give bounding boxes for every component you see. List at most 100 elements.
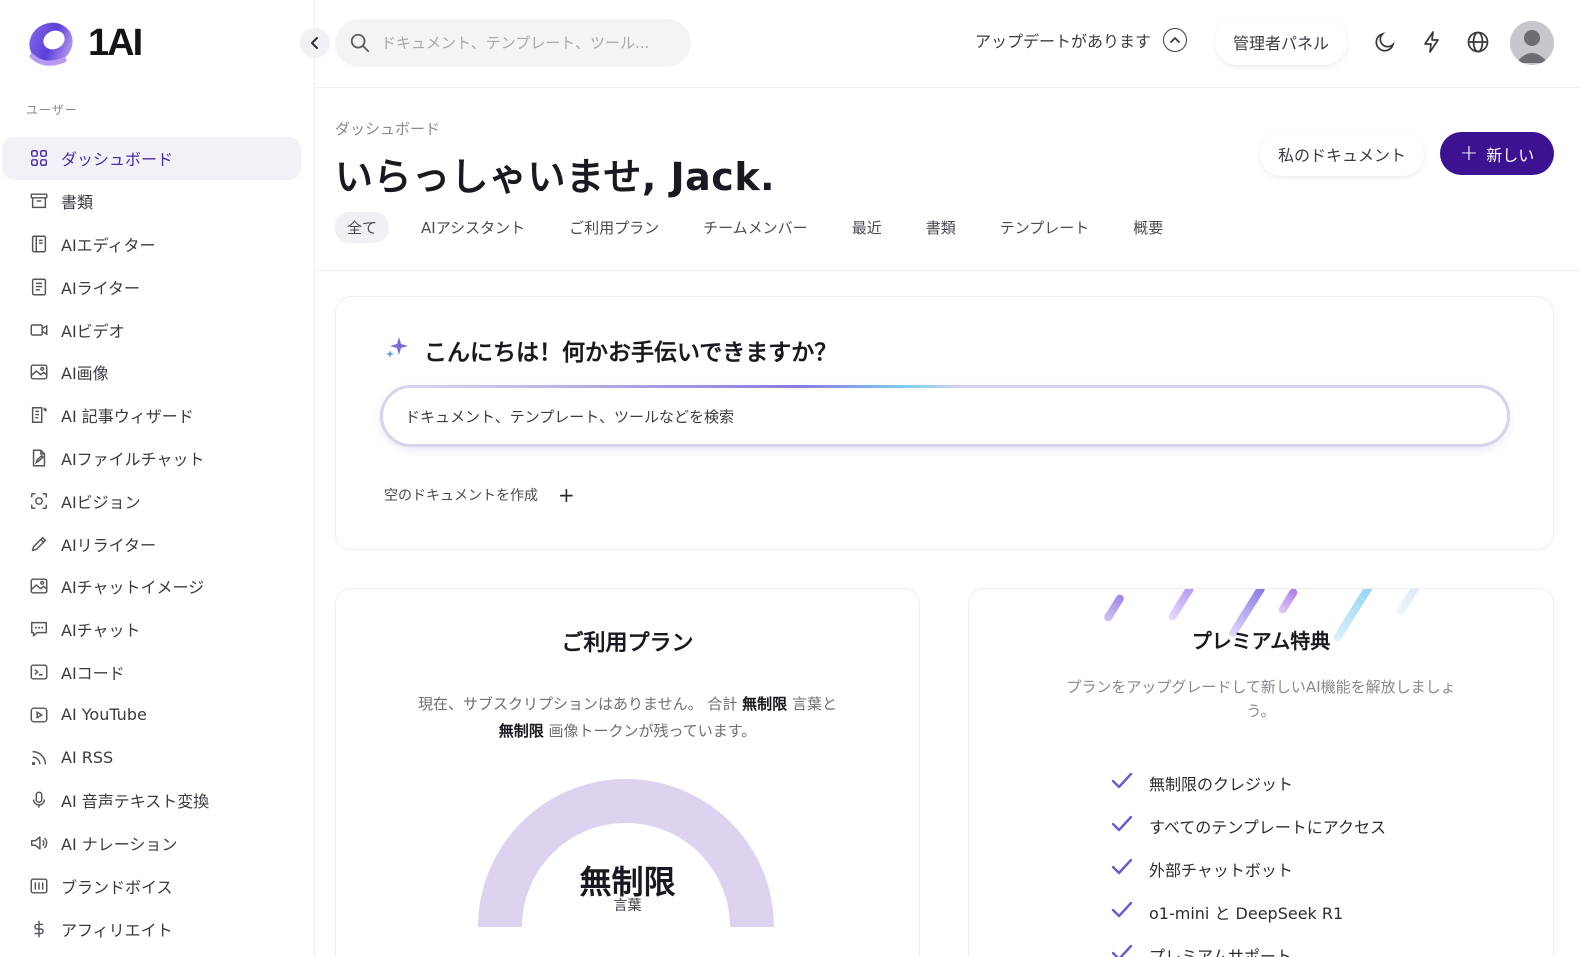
plus-icon: + [558, 483, 575, 507]
sidebar-item-label: AIライター [61, 278, 141, 298]
premium-feature-label: 無制限のクレジット [1149, 774, 1294, 794]
check-icon [1111, 901, 1137, 923]
premium-description: プランをアップグレードして新しいAI機能を解放しましょう。 [1066, 678, 1456, 720]
sidebar-item-label: AIビジョン [61, 492, 141, 512]
create-doc-label: 空のドキュメントを作成 [384, 488, 538, 504]
pen-icon [28, 533, 50, 555]
chevron-up-icon [1163, 28, 1188, 52]
tab-2[interactable]: ご利用プラン [557, 212, 671, 243]
sidebar-item-1[interactable]: 書類 [2, 180, 301, 223]
premium-feature-label: o1-mini と DeepSeek R1 [1149, 903, 1344, 923]
plan-description: 現在、サブスクリプションはありません。 合計 無制限 言葉と 無制限 画像トーク… [376, 691, 879, 745]
premium-feature-label: プレミアムサポート [1149, 946, 1292, 957]
breadcrumb[interactable]: ダッシュボード [335, 118, 440, 139]
terminal-icon [28, 661, 50, 683]
check-icon [1111, 944, 1137, 957]
sidebar-item-label: AI RSS [61, 748, 114, 768]
assistant-title: こんにちは！何かお手伝いできますか？ [424, 340, 838, 366]
sidebar-item-label: AIチャット [61, 621, 141, 641]
tab-3[interactable]: チームメンバー [691, 212, 820, 243]
sidebar-item-label: AI 記事ウィザード [61, 407, 194, 427]
plan-desc-part-3: 画像トークンが残っています。 [548, 722, 757, 740]
sidebar-item-15[interactable]: AI 音声テキスト変換 [2, 779, 301, 822]
premium-feature-list: 無制限のクレジットすべてのテンプレートにアクセス外部チャットボット o1-mini… [1111, 761, 1386, 957]
create-blank-document-button[interactable]: 空のドキュメントを作成 + [384, 483, 575, 507]
speaker-icon [28, 832, 50, 854]
globe-icon[interactable] [1466, 30, 1490, 54]
article-icon [28, 404, 50, 426]
logo-mark-icon [24, 16, 80, 70]
sidebar-item-label: AIコード [61, 663, 125, 683]
plan-desc-part-1: 現在、サブスクリプションはありません。 合計 [418, 695, 738, 713]
update-notice[interactable]: アップデートがあります [975, 28, 1188, 52]
plan-card: ご利用プラン 現在、サブスクリプションはありません。 合計 無制限 言葉と 無制… [335, 588, 920, 957]
premium-feature-item: すべてのテンプレートにアクセス [1111, 804, 1386, 847]
dollar-icon [28, 918, 50, 940]
global-search[interactable] [335, 19, 691, 67]
sidebar-item-17[interactable]: ブランドボイス [2, 865, 301, 908]
plan-title: ご利用プラン [561, 631, 694, 656]
assistant-heading: こんにちは！何かお手伝いできますか？ [384, 333, 837, 367]
new-button-label: 新しい [1486, 145, 1535, 165]
assistant-search-placeholder: ドキュメント、テンプレート、ツールなどを検索 [405, 407, 734, 426]
plus-icon: + [1459, 140, 1479, 166]
sidebar-item-label: ブランドボイス [61, 877, 173, 897]
sidebar-item-18[interactable]: アフィリエイト [2, 907, 301, 950]
tab-5[interactable]: 書類 [914, 212, 968, 243]
page-title: いらっしゃいませ, Jack. [335, 155, 776, 199]
scan-icon [28, 490, 50, 512]
new-button[interactable]: + 新しい [1440, 132, 1554, 175]
tab-1[interactable]: AIアシスタント [409, 212, 537, 243]
sidebar-item-16[interactable]: AI ナレーション [2, 822, 301, 865]
sidebar-item-3[interactable]: AIライター [2, 265, 301, 308]
tab-4[interactable]: 最近 [840, 212, 894, 243]
sidebar-item-label: AI 音声テキスト変換 [61, 792, 210, 812]
sidebar-item-13[interactable]: AI YouTube [2, 693, 301, 736]
sidebar-item-11[interactable]: AIチャット [2, 608, 301, 651]
sidebar-item-10[interactable]: AIチャットイメージ [2, 565, 301, 608]
check-icon [1111, 772, 1137, 794]
check-icon [1111, 858, 1137, 880]
sidebar-item-12[interactable]: AIコード [2, 651, 301, 694]
user-avatar-icon [1510, 21, 1554, 65]
sidebar-item-0[interactable]: ダッシュボード [2, 137, 301, 180]
sidebar-item-label: AIエディター [61, 235, 156, 255]
premium-card: プレミアム特典 プランをアップグレードして新しいAI機能を解放しましょう。 無制… [968, 588, 1554, 957]
lightning-icon[interactable] [1420, 30, 1444, 54]
search-icon [350, 33, 370, 53]
sidebar-item-8[interactable]: AIビジョン [2, 479, 301, 522]
sidebar-item-4[interactable]: AIビデオ [2, 308, 301, 351]
my-documents-button[interactable]: 私のドキュメント [1260, 132, 1425, 176]
divider [315, 270, 1581, 271]
plan-desc-part-2: 言葉と [791, 695, 837, 713]
tab-7[interactable]: 概要 [1121, 212, 1175, 243]
premium-feature-item: 外部チャットボット [1111, 847, 1386, 890]
premium-feature-item: o1-mini と DeepSeek R1 [1111, 890, 1386, 933]
book-icon [28, 233, 50, 255]
sidebar-item-label: アフィリエイト [61, 920, 173, 940]
brand-logo[interactable]: 1AI [24, 16, 143, 70]
assistant-search-input[interactable]: ドキュメント、テンプレート、ツールなどを検索 [380, 385, 1510, 447]
gauge-unit: 言葉 [613, 898, 642, 914]
sidebar-item-label: 書類 [61, 193, 94, 213]
sidebar-item-label: AIチャットイメージ [61, 578, 205, 598]
avatar[interactable] [1510, 21, 1554, 65]
sidebar-item-5[interactable]: AI画像 [2, 351, 301, 394]
admin-panel-button[interactable]: 管理者パネル [1215, 19, 1348, 65]
sidebar-item-14[interactable]: AI RSS [2, 736, 301, 779]
sidebar-item-9[interactable]: AIリライター [2, 522, 301, 565]
image-icon [28, 361, 50, 383]
sidebar-item-7[interactable]: AIファイルチャット [2, 437, 301, 480]
moon-icon[interactable] [1373, 30, 1397, 54]
sidebar-item-6[interactable]: AI 記事ウィザード [2, 394, 301, 437]
tab-0[interactable]: 全て [335, 212, 390, 243]
chevron-left-icon [311, 37, 318, 49]
tab-6[interactable]: テンプレート [988, 212, 1102, 243]
collapse-sidebar-button[interactable] [300, 28, 330, 58]
brand-name: 1AI [88, 21, 143, 64]
premium-feature-label: すべてのテンプレートにアクセス [1149, 817, 1386, 837]
sidebar-item-label: AI ナレーション [61, 835, 178, 855]
sidebar-item-2[interactable]: AIエディター [2, 223, 301, 266]
global-search-input[interactable] [381, 34, 671, 52]
sidebar-item-label: AI YouTube [61, 705, 147, 725]
